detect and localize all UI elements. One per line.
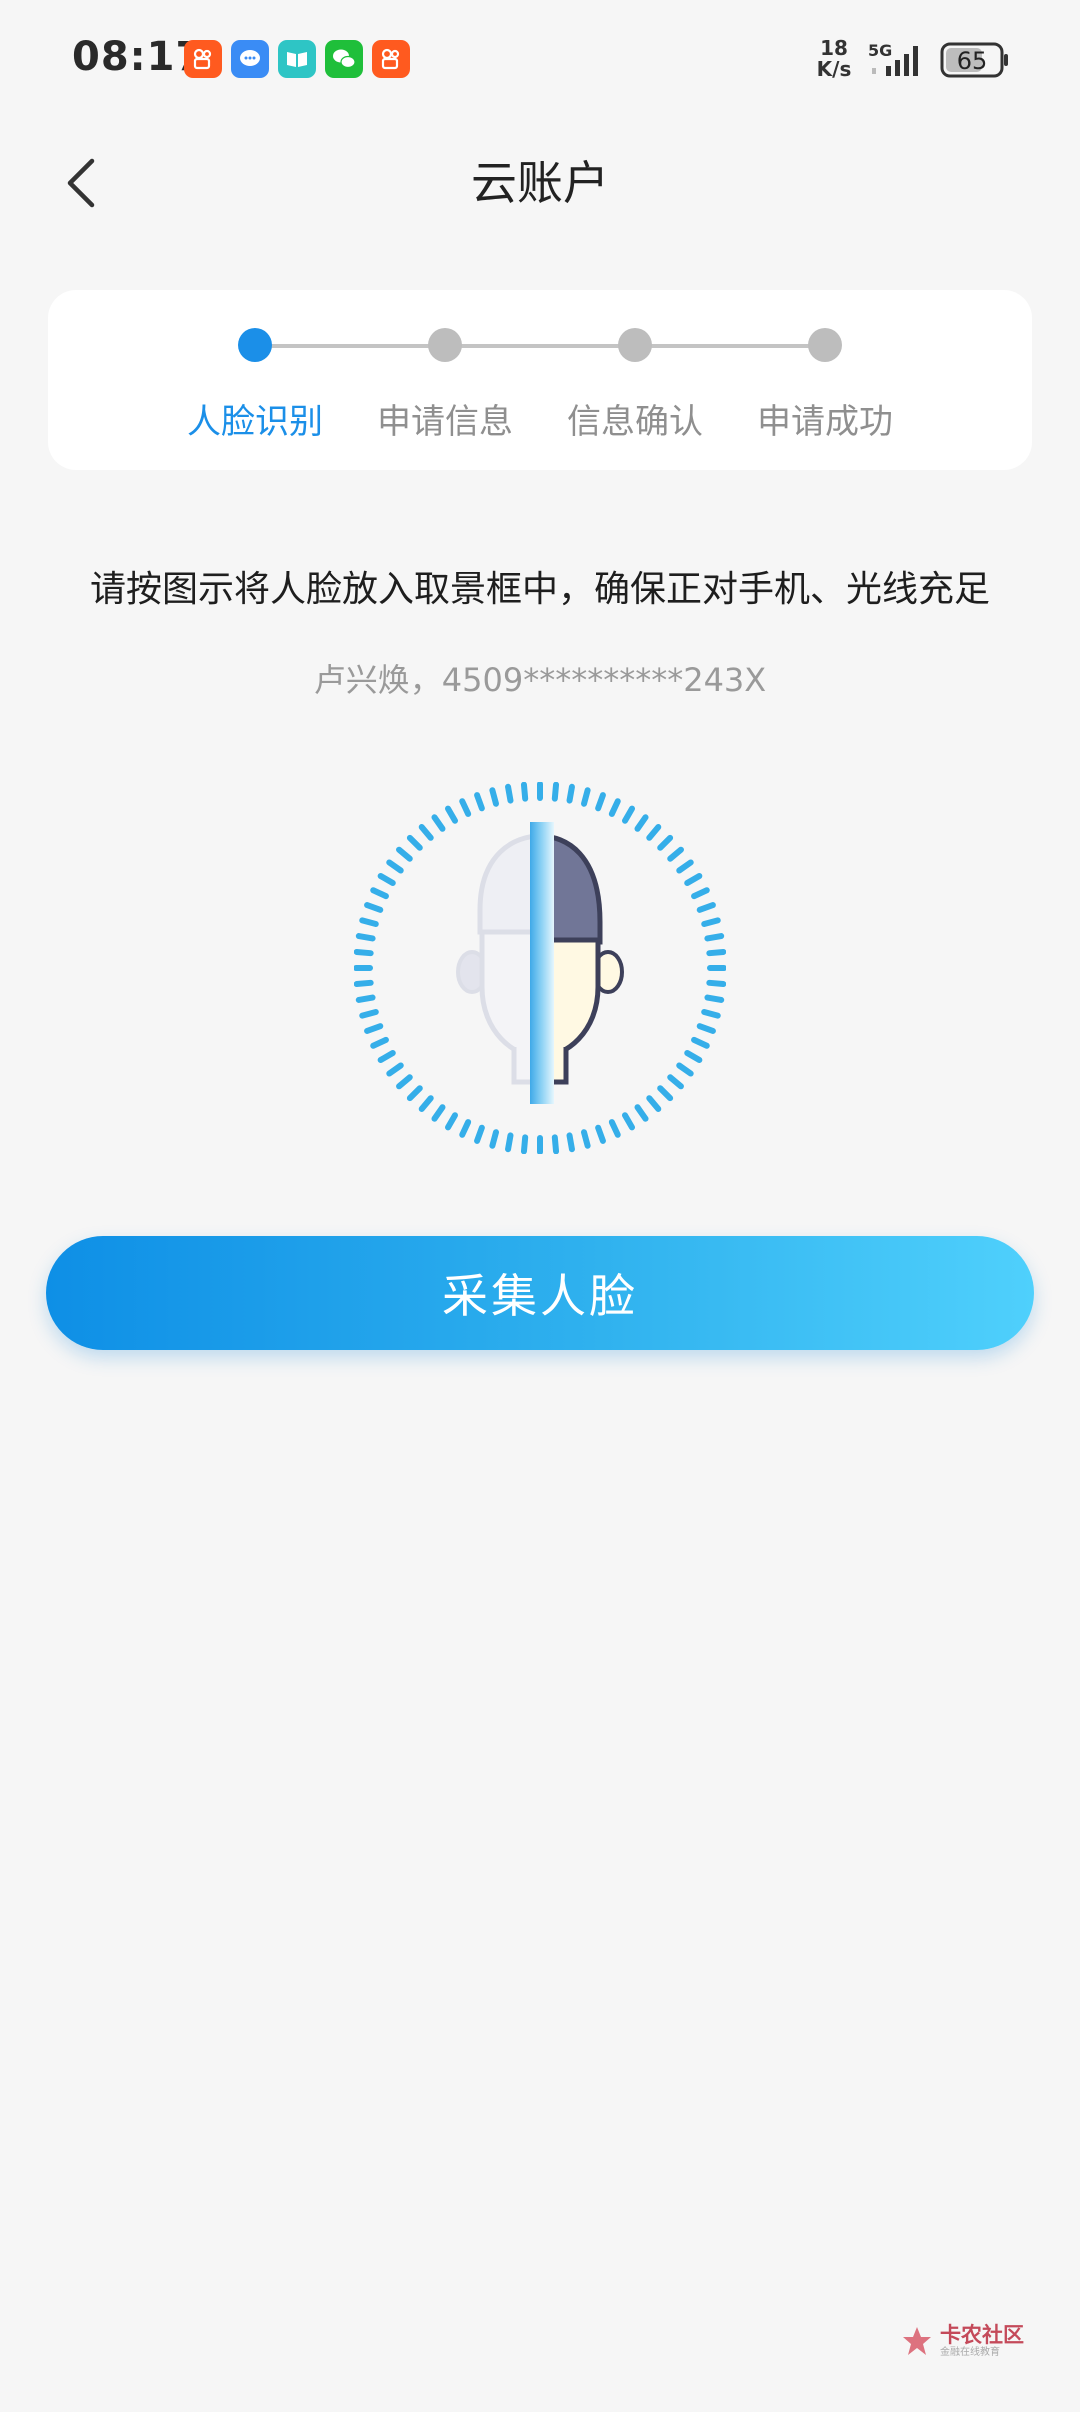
instruction-text: 请按图示将人脸放入取景框中，确保正对手机、光线充足 (89, 569, 990, 610)
message-icon (231, 40, 269, 78)
watermark-logo-icon (903, 2327, 931, 2355)
step-connector (255, 344, 445, 348)
step-progress-card: 人脸识别 申请信息 信息确认 申请成功 (48, 290, 1032, 470)
watermark-subtitle: 金融在线教育 (940, 2346, 1000, 2358)
identity-info: 卢兴焕，4509**********243X (313, 661, 767, 699)
battery-level: 65 (957, 47, 988, 75)
page-title: 云账户 (471, 156, 609, 210)
network-type: 5G (868, 41, 892, 60)
watermark: 卡农社区 金融在线教育 (900, 2320, 1040, 2362)
network-speed: 18 K/s (812, 38, 856, 80)
step-dot-success (808, 328, 842, 362)
kuaishou-icon (372, 40, 410, 78)
notification-icons (184, 40, 410, 78)
reader-icon (278, 40, 316, 78)
step-dot-face-recognition (238, 328, 272, 362)
step-dot-info-confirm (618, 328, 652, 362)
status-bar: 08:17 18 K/s 5G 65 (0, 0, 1080, 120)
step-label-success: 申请成功 (757, 402, 893, 442)
step-connector (635, 344, 825, 348)
back-button[interactable] (40, 150, 120, 216)
step-label-application-info: 申请信息 (377, 402, 513, 442)
network-speed-unit: K/s (816, 57, 852, 81)
wechat-icon (325, 40, 363, 78)
watermark-title: 卡农社区 (940, 2322, 1024, 2347)
step-dot-application-info (428, 328, 462, 362)
step-label-info-confirm: 信息确认 (567, 402, 703, 442)
face-scan-icon (354, 782, 726, 1154)
step-label-face-recognition: 人脸识别 (187, 402, 323, 442)
battery-icon: 65 (940, 42, 1010, 78)
kuaishou-icon (184, 40, 222, 78)
network-speed-value: 18 (820, 36, 848, 60)
chevron-left-icon (67, 158, 95, 208)
capture-face-button[interactable]: 采集人脸 (46, 1236, 1034, 1350)
step-connector (445, 344, 635, 348)
signal-icon: 5G (866, 40, 928, 80)
